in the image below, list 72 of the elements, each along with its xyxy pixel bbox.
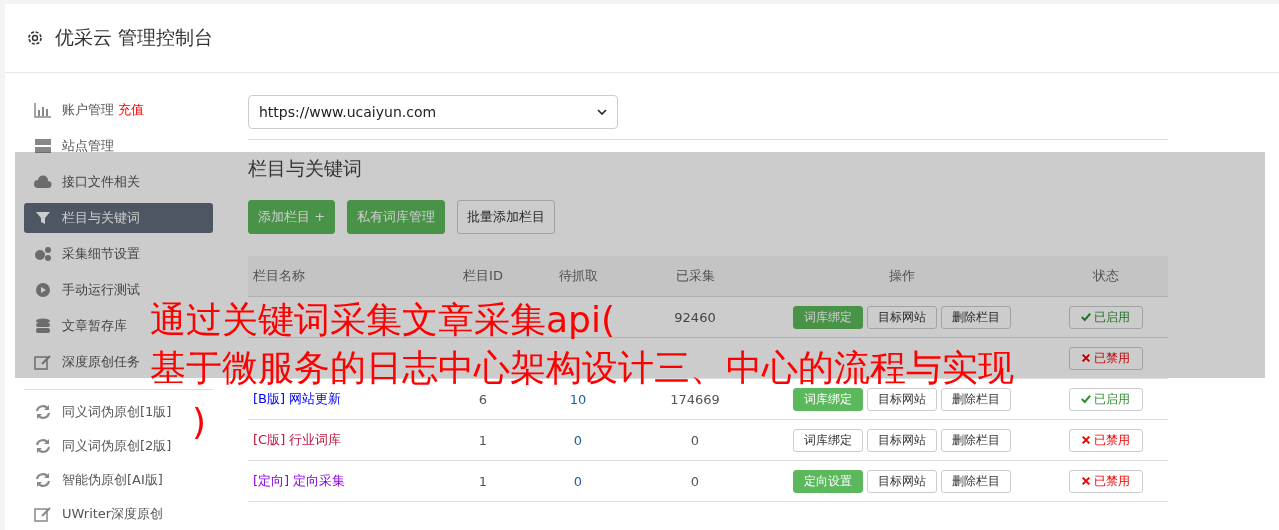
- section-title: 栏目与关键词: [248, 156, 363, 181]
- close-icon: [1081, 435, 1091, 445]
- overlay-caption: 通过关键词采集文章采集api(: [150, 298, 615, 342]
- table-cell: 10: [569, 391, 587, 407]
- sidebar-item[interactable]: 手动运行测试: [24, 275, 140, 305]
- table-cell: 6: [478, 391, 488, 407]
- sidebar-item[interactable]: 账户管理 充值: [24, 95, 144, 125]
- sidebar-item[interactable]: 智能伪原创[AI版]: [24, 466, 163, 494]
- filter-icon: [34, 210, 52, 226]
- sidebar-item[interactable]: 同义词伪原创[1版]: [24, 398, 172, 426]
- check-icon: [1081, 312, 1091, 322]
- row-action-button[interactable]: 删除栏目: [941, 469, 1011, 493]
- row-action-button[interactable]: 目标网站: [867, 428, 937, 452]
- bar-chart-icon: [34, 102, 52, 118]
- overlay-caption: ): [192, 400, 207, 444]
- site-select[interactable]: https://www.ucaiyun.com: [248, 95, 618, 129]
- column-header: 栏目名称: [248, 256, 439, 297]
- column-header: 栏目ID: [439, 256, 527, 297]
- table-cell: 1: [478, 473, 488, 489]
- sidebar-item[interactable]: 深度原创任务: [24, 347, 140, 377]
- row-action-button[interactable]: 目标网站: [867, 305, 937, 329]
- settings-icon: [25, 28, 45, 48]
- row-action-button[interactable]: 目标网站: [867, 469, 937, 493]
- row-action-button[interactable]: 目标网站: [867, 387, 937, 411]
- play-icon: [34, 282, 52, 298]
- recharge-link[interactable]: 充值: [118, 101, 144, 119]
- sidebar-item[interactable]: UWriter深度原创: [24, 500, 164, 528]
- status-button[interactable]: 已禁用: [1068, 428, 1143, 452]
- sidebar-item[interactable]: 站点管理: [24, 131, 114, 161]
- edit-icon: [34, 506, 52, 522]
- table-cell: 92460: [674, 309, 716, 325]
- table-cell: 0: [573, 473, 583, 489]
- gears-icon: [34, 246, 52, 262]
- status-button[interactable]: 已启用: [1068, 387, 1143, 411]
- database-icon: [34, 318, 52, 334]
- column-header: 操作: [761, 256, 1043, 297]
- status-button[interactable]: 已禁用: [1068, 346, 1143, 370]
- refresh-icon: [34, 438, 52, 454]
- close-icon: [1081, 476, 1091, 486]
- column-name-link[interactable]: [定向] 定向采集: [253, 473, 346, 488]
- overlay-caption: 基于微服务的日志中心架构设计三、中心的流程与实现: [150, 346, 1014, 390]
- sidebar-item[interactable]: 同义词伪原创[2版]: [24, 432, 172, 460]
- column-name-link[interactable]: [B版] 网站更新: [253, 391, 342, 406]
- action-button[interactable]: 批量添加栏目: [457, 200, 556, 234]
- row-action-button[interactable]: 词库绑定: [793, 428, 863, 452]
- sidebar-item[interactable]: 采集细节设置: [24, 239, 140, 269]
- cloud-icon: [34, 174, 52, 190]
- column-header: 已采集: [629, 256, 761, 297]
- sidebar-item[interactable]: 文章暂存库: [24, 311, 127, 341]
- table-cell: 0: [690, 432, 700, 448]
- sidebar-item[interactable]: 栏目与关键词: [24, 203, 213, 233]
- row-action-button[interactable]: 删除栏目: [941, 305, 1011, 329]
- table-cell: 0: [573, 432, 583, 448]
- row-action-button[interactable]: 删除栏目: [941, 428, 1011, 452]
- server-icon: [34, 138, 52, 154]
- check-icon: [1081, 394, 1091, 404]
- table-cell: 1: [478, 432, 488, 448]
- edit-icon: [34, 354, 52, 370]
- page-title: 优采云 管理控制台: [55, 25, 214, 50]
- row-action-button[interactable]: 删除栏目: [941, 387, 1011, 411]
- status-button[interactable]: 已启用: [1068, 305, 1143, 329]
- sidebar-item[interactable]: 接口文件相关: [24, 167, 140, 197]
- column-header: 待抓取: [527, 256, 629, 297]
- table-cell: 0: [690, 473, 700, 489]
- close-icon: [1081, 353, 1091, 363]
- status-button[interactable]: 已禁用: [1068, 469, 1143, 493]
- table-cell: 174669: [670, 391, 720, 407]
- caret-icon: [597, 109, 607, 115]
- refresh-icon: [34, 472, 52, 488]
- column-name-link[interactable]: [C版] 行业词库: [253, 432, 342, 447]
- refresh-icon: [34, 404, 52, 420]
- column-header: 状态: [1043, 256, 1168, 297]
